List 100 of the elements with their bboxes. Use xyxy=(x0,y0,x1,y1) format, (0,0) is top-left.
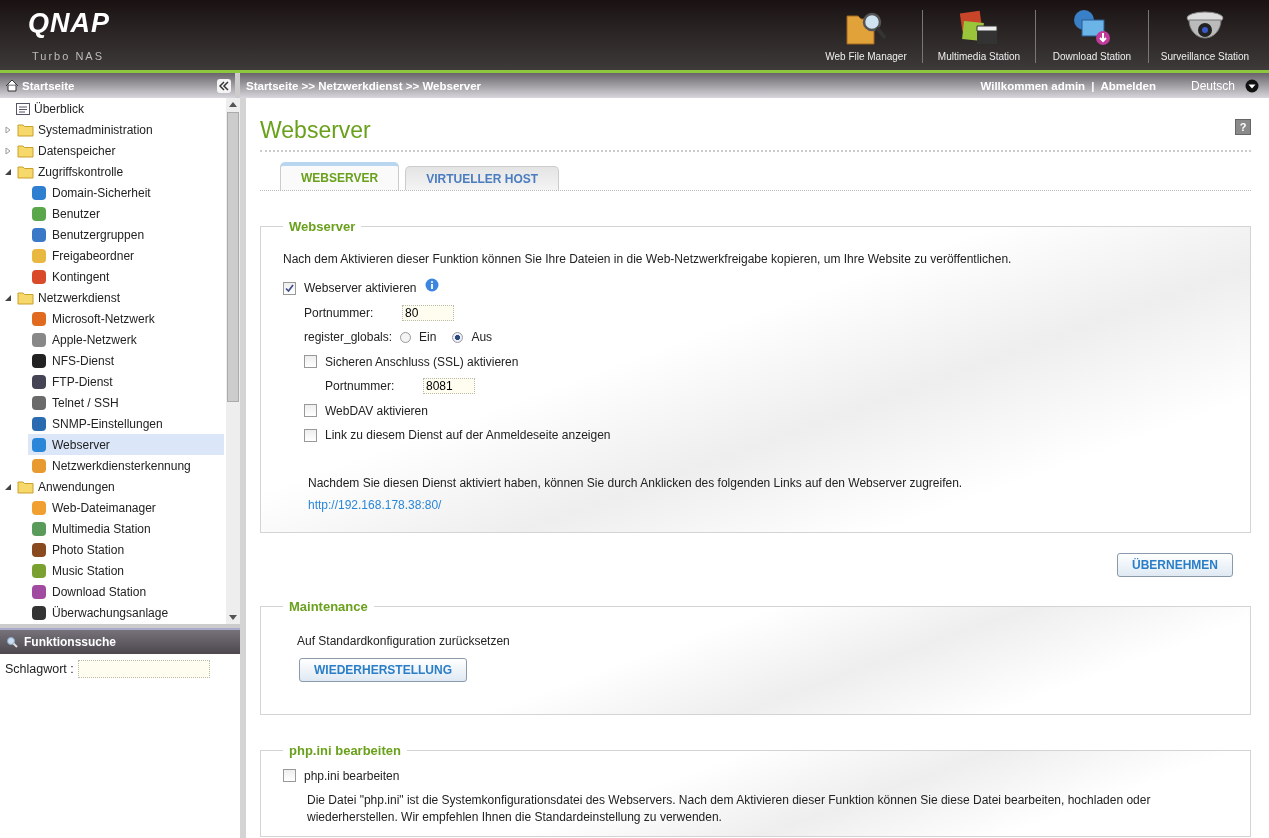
shortcut-button[interactable]: Surveillance Station xyxy=(1149,8,1261,70)
port-input[interactable]: 8081 xyxy=(423,378,475,395)
app-icon xyxy=(32,374,46,389)
app-icon xyxy=(32,206,46,221)
radio-button[interactable] xyxy=(452,331,464,343)
welcome-text: Willkommen admin xyxy=(980,79,1086,92)
tree-folder[interactable]: Datenspeicher xyxy=(38,143,116,158)
separator: | xyxy=(1091,79,1095,92)
collapse-arrow-icon[interactable] xyxy=(4,482,13,491)
checkbox[interactable] xyxy=(304,428,317,442)
checkbox-label: Sicheren Anschluss (SSL) aktivieren xyxy=(325,354,519,369)
tree-item[interactable]: Benutzer xyxy=(28,203,224,224)
breadcrumb: Startseite >> Netzwerkdienst >> Webserver xyxy=(246,79,481,92)
expand-arrow-icon[interactable] xyxy=(4,125,13,134)
app-icon xyxy=(32,395,46,410)
app-icon xyxy=(32,584,46,599)
tree-item[interactable]: Benutzergruppen xyxy=(28,224,224,245)
description: Nach dem Aktivieren dieser Funktion können Sie Ihre Dateien in die Web-Netzwerkfreigabe kopieren, um Ihre Website zu veröffentlichen. xyxy=(283,252,1013,266)
tree-folder[interactable]: Anwendungen xyxy=(38,479,115,494)
search-panel-header: Funktionssuche xyxy=(0,628,240,654)
tree-item[interactable]: Netzwerkdiensterkennung xyxy=(28,455,224,476)
checkbox[interactable] xyxy=(283,281,296,295)
field-label: Portnummer: xyxy=(304,305,375,320)
tree-item[interactable]: Domain-Sicherheit xyxy=(28,182,224,203)
radio-group-label: register_globals: xyxy=(304,330,393,345)
note-text: Nachdem Sie diesen Dienst aktiviert haben, können Sie durch Anklicken des folgenden Links auf den Webserver zugreifen. xyxy=(308,475,964,490)
checkbox-label: Link zu diesem Dienst auf der Anmeldeseite anzeigen xyxy=(325,428,611,443)
list-icon xyxy=(16,102,30,115)
info-icon[interactable] xyxy=(424,278,439,292)
tree-folder[interactable]: Zugriffskontrolle xyxy=(38,164,124,179)
tree-item[interactable]: Apple-Netzwerk xyxy=(28,329,224,350)
apply-button[interactable]: ÜBERNEHMEN xyxy=(1117,552,1233,577)
folder-icon xyxy=(17,290,34,305)
folder-icon xyxy=(17,143,34,158)
tree-item[interactable]: FTP-Dienst xyxy=(28,371,224,392)
tree-item[interactable]: Telnet / SSH xyxy=(28,392,224,413)
product-name: Turbo NAS xyxy=(31,50,105,62)
app-icon xyxy=(32,542,46,557)
section-title: php.ini bearbeiten xyxy=(288,742,402,758)
radio-label: Aus xyxy=(471,330,493,345)
tree-item[interactable]: Photo Station xyxy=(28,539,224,560)
tree-item[interactable]: Überwachungsanlage xyxy=(28,602,224,623)
tab[interactable]: VIRTUELLER HOST xyxy=(405,166,560,190)
folder-icon xyxy=(17,122,34,137)
tree-item[interactable]: Multimedia Station xyxy=(28,518,224,539)
app-icon xyxy=(32,185,46,200)
app-icon xyxy=(32,269,46,284)
app-icon xyxy=(32,311,46,326)
tree-item[interactable]: Web-Dateimanager xyxy=(28,497,224,518)
radio-label: Ein xyxy=(419,330,437,345)
tree-item[interactable]: Kontingent xyxy=(28,266,224,287)
webserver-link[interactable]: http://192.168.178.38:80/ xyxy=(308,497,442,512)
scroll-down-icon[interactable] xyxy=(229,615,237,621)
scrollbar[interactable] xyxy=(226,98,240,624)
checkbox[interactable] xyxy=(304,355,317,369)
search-icon xyxy=(6,636,18,648)
app-icon xyxy=(32,227,46,242)
app-icon xyxy=(32,332,46,347)
shortcut-button[interactable]: Multimedia Station xyxy=(923,8,1035,70)
checkbox-label: WebDAV aktivieren xyxy=(325,403,428,418)
keyword-input[interactable] xyxy=(77,660,210,678)
tree-folder[interactable]: Netzwerkdienst xyxy=(38,290,121,305)
checkbox-label: php.ini bearbeiten xyxy=(304,768,400,783)
collapse-arrow-icon[interactable] xyxy=(4,167,13,176)
app-icon xyxy=(32,605,46,620)
shortcut-button[interactable]: Download Station xyxy=(1036,8,1148,70)
tree-item[interactable]: Music Station xyxy=(28,560,224,581)
home-icon xyxy=(5,79,19,92)
tree-item[interactable]: Webserver xyxy=(28,434,224,455)
expand-arrow-icon[interactable] xyxy=(4,146,13,155)
collapse-arrow-icon[interactable] xyxy=(4,293,13,302)
app-icon xyxy=(32,563,46,578)
tree-folder[interactable]: Systemadministration xyxy=(38,122,153,137)
radio-button[interactable] xyxy=(400,331,412,343)
logo: QNAP xyxy=(28,8,110,39)
folder-icon xyxy=(17,164,34,179)
app-icon xyxy=(32,437,46,452)
scroll-up-icon[interactable] xyxy=(229,101,237,107)
description: Auf Standardkonfiguration zurücksetzen xyxy=(297,633,511,648)
tree-item[interactable]: Microsoft-Netzwerk xyxy=(28,308,224,329)
app-icon xyxy=(32,521,46,536)
field-label: Portnummer: xyxy=(325,379,396,394)
checkbox[interactable] xyxy=(304,404,317,418)
tree-item[interactable]: SNMP-Einstellungen xyxy=(28,413,224,434)
app-icon xyxy=(32,248,46,263)
checkbox[interactable] xyxy=(283,769,296,783)
tree-item[interactable]: Download Station xyxy=(28,581,224,602)
restore-button[interactable]: WIEDERHERSTELLUNG xyxy=(299,657,467,682)
app-icon xyxy=(32,458,46,473)
page-title: Webserver xyxy=(260,115,371,144)
port-input[interactable]: 80 xyxy=(402,304,454,321)
collapse-sidebar-button[interactable] xyxy=(217,78,231,93)
tree-item[interactable]: NFS-Dienst xyxy=(28,350,224,371)
app-icon xyxy=(32,500,46,515)
shortcut-button[interactable]: Web File Manager xyxy=(810,8,922,70)
tree-item[interactable]: Freigabeordner xyxy=(28,245,224,266)
tree-item[interactable]: Überblick xyxy=(34,101,84,116)
description: Die Datei "php.ini" ist die Systemkonfigurationsdatei des Webservers. Nach dem Aktivieren dieser Funktion können Sie diese Datei bearbeiten, hochladen oder wiederherstellen. Wir empfehlen Ihnen die Standardeinstellung zu verwenden. xyxy=(307,792,1152,826)
folder-icon xyxy=(17,479,34,494)
section-title: Webserver xyxy=(288,219,357,234)
